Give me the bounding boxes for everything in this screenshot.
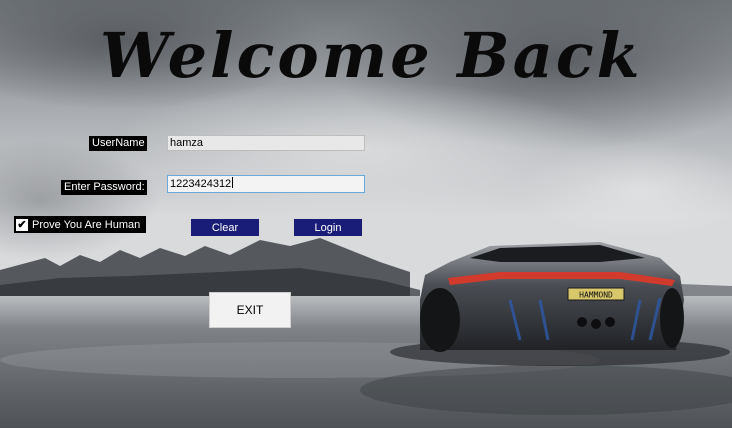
checkbox-box[interactable]: ✔ (16, 218, 28, 231)
password-label: Enter Password: (61, 180, 147, 195)
login-button[interactable]: Login (292, 217, 364, 238)
username-input[interactable] (167, 135, 365, 151)
clear-button[interactable]: Clear (189, 217, 261, 238)
welcome-title: Welcome Back (100, 19, 643, 92)
username-label: UserName (89, 136, 147, 151)
text-caret (232, 177, 234, 188)
password-input[interactable]: 1223424312 (167, 175, 365, 193)
exit-button[interactable]: EXIT (209, 292, 291, 328)
prove-human-label: Prove You Are Human (32, 218, 141, 231)
checkmark-icon: ✔ (17, 218, 27, 231)
password-input-value: 1223424312 (170, 178, 232, 190)
prove-human-checkbox[interactable]: ✔ Prove You Are Human (14, 216, 146, 233)
license-plate-text: HAMMOND (579, 291, 613, 300)
